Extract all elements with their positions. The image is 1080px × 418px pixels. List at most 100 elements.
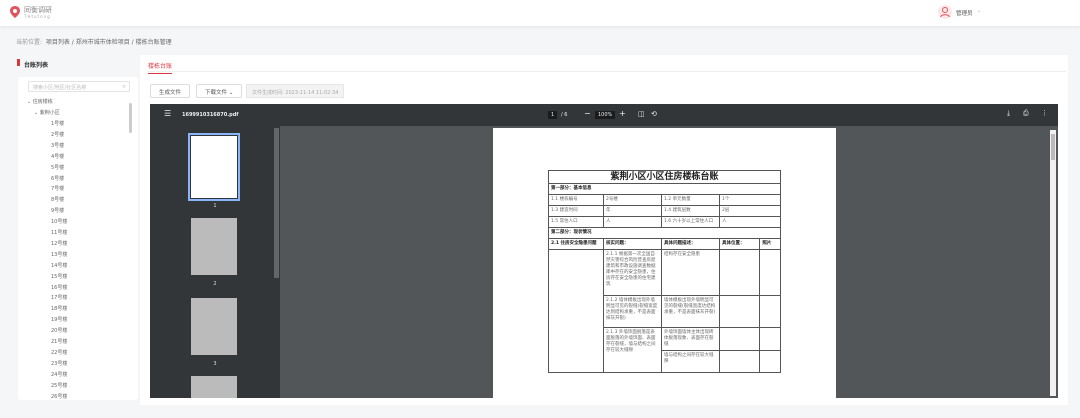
logo-subtitle: THtutong [24, 14, 51, 19]
tree-node-building[interactable]: 9号楼 [51, 207, 64, 214]
more-options-icon[interactable]: ⋮ [1041, 109, 1048, 117]
issue-photo [759, 327, 781, 351]
tree-search-input[interactable]: 搜索小区/地区/社区名称 ⌕ [28, 81, 130, 92]
pdf-page: 紫荆小区小区住房楼栋台账 第一部分：基本信息 1.1 楼栋编号 2号楼 1.2 单元… [493, 128, 836, 398]
section-heading: 第一部分：基本信息 [548, 183, 781, 195]
tree-node-building[interactable]: 17号楼 [51, 294, 67, 301]
tree-node-building[interactable]: 22号楼 [51, 349, 67, 356]
thumbnail-page-1[interactable] [188, 133, 240, 201]
category-cell [548, 249, 604, 373]
user-avatar-icon[interactable] [938, 5, 952, 19]
field-value: 人 [603, 216, 662, 228]
tree-node-building[interactable]: 12号楼 [51, 240, 67, 247]
issue-photo [759, 350, 781, 373]
user-name[interactable]: 管理员 [956, 9, 973, 17]
tree-node-building[interactable]: 3号楼 [51, 142, 64, 149]
field-value: 人 [719, 216, 781, 228]
tree-node-building[interactable]: 5号楼 [51, 164, 64, 171]
issue-check: 2.1.3 外墙饰面脱落是表面脱落的外墙饰面、表面存在裂缝，墙与结构之间存在较大… [603, 327, 662, 373]
chevron-down-icon[interactable]: ⌄ [977, 8, 981, 14]
tree-node-building[interactable]: 25号楼 [51, 382, 67, 389]
field-label: 1.5 常住人口 [548, 216, 604, 228]
tree-node-building[interactable]: 18号楼 [51, 305, 67, 312]
ledger-list-title: 台账列表 [24, 62, 49, 69]
tree-scrollbar[interactable] [129, 103, 132, 133]
file-generated-time: 文件生成时间: 2023-11-14 11:02:34 [246, 84, 345, 98]
tree-node-building[interactable]: 4号楼 [51, 153, 64, 160]
tree-node-building[interactable]: 6号楼 [51, 175, 64, 182]
tree-node-building[interactable]: 23号楼 [51, 360, 67, 367]
thumbnail-page-3[interactable] [191, 298, 237, 355]
page-scrollbar[interactable] [1050, 130, 1056, 396]
tree-node-building[interactable]: 2号楼 [51, 131, 64, 138]
tree-node-root[interactable]: ⌄ 住房楼栋 [27, 98, 53, 105]
zoom-in-icon[interactable]: + [619, 109, 626, 118]
field-label: 1.3 建造时间 [548, 205, 604, 217]
issue-description: 结构存在安全隐患 [661, 249, 720, 296]
breadcrumb-item[interactable]: 项目列表 [46, 39, 70, 46]
tree-panel: 搜索小区/地区/社区名称 ⌕ ⌄ 住房楼栋 ⌄ 紫荆小区 1号楼 2号楼 3号楼 4号楼… [18, 77, 138, 400]
tree-node-community[interactable]: ⌄ 紫荆小区 [34, 109, 60, 116]
top-header: 同衡调研 THtutong 管理员 ⌄ [0, 0, 1080, 26]
tree-node-building[interactable]: 20号楼 [51, 327, 67, 334]
field-label: 1.4 建筑层数 [661, 205, 720, 217]
print-icon[interactable]: ⎙ [1023, 109, 1029, 118]
page-number-input[interactable]: 1 [548, 111, 558, 119]
tree-node-building[interactable]: 13号楼 [51, 251, 67, 258]
tree-node-label: 紫荆小区 [39, 110, 60, 116]
tree-node-building[interactable]: 1号楼 [51, 120, 64, 127]
menu-icon[interactable]: ☰ [164, 109, 171, 118]
issue-location [718, 327, 761, 351]
search-placeholder: 搜索小区/地区/社区名称 [33, 85, 87, 91]
basic-info-row: 1.1 楼栋编号 2号楼 1.2 单元数量 1个 [548, 194, 781, 206]
tree-node-building[interactable]: 16号楼 [51, 284, 67, 291]
tab-building-ledger[interactable]: 楼栋台账 [148, 61, 173, 74]
tree-node-building[interactable]: 7号楼 [51, 185, 64, 192]
zoom-out-icon[interactable]: − [584, 109, 591, 118]
tree-node-building[interactable]: 14号楼 [51, 262, 67, 269]
thumbnail-page-4[interactable] [191, 376, 237, 398]
tree-node-building[interactable]: 11号楼 [51, 229, 67, 236]
tree-node-building[interactable]: 21号楼 [51, 338, 67, 345]
download-file-dropdown[interactable]: 下载文件 ⌄ [196, 84, 243, 98]
tree-node-building[interactable]: 8号楼 [51, 196, 64, 203]
issue-description: 墙与结构之间存在较大缝隙 [661, 350, 720, 373]
pdf-viewer: ☰ 1699910316870.pdf 1 / 6 − 100% + ◫ ⟲ ⤓… [150, 104, 1058, 398]
search-icon[interactable]: ⌕ [123, 83, 126, 91]
tree-node-building[interactable]: 10号楼 [51, 218, 67, 225]
tree-node-building[interactable]: 24号楼 [51, 371, 67, 378]
issue-row: 2.1.1 根据第一次全国自然灾害综合风险普查房屋建筑和市政设施调查数据库中存在… [548, 249, 781, 373]
tree-node-building[interactable]: 15号楼 [51, 273, 67, 280]
thumbnail-label: 2 [213, 281, 217, 287]
fit-page-icon[interactable]: ◫ [638, 110, 645, 118]
rotate-icon[interactable]: ⟲ [651, 110, 657, 118]
breadcrumb: 当前位置: 项目列表 / 郑州市城市体检项目 / 楼栋台账管理 [16, 39, 172, 46]
tab-divider [148, 71, 1066, 72]
basic-info-row: 1.3 建造时间年 1.4 建筑层数 2层 [548, 205, 781, 217]
tree-node-label: 住房楼栋 [32, 99, 53, 105]
thumbnail-label: 3 [213, 361, 217, 367]
issue-location [718, 249, 761, 296]
document-title: 紫荆小区小区住房楼栋台账 [548, 170, 781, 184]
breadcrumb-item: 楼栋台账管理 [135, 39, 172, 46]
download-icon[interactable]: ⤓ [1007, 109, 1010, 118]
pdf-toolbar: ☰ 1699910316870.pdf 1 / 6 − 100% + ◫ ⟲ ⤓… [150, 104, 1058, 126]
issue-check: 2.1.2 墙体模板出现外墙明显可见的裂缝(裂缝宽度达到结构承重，不是表面抹灰开… [603, 295, 662, 328]
zoom-input[interactable]: 100% [595, 111, 616, 119]
flag-icon [17, 59, 20, 66]
pdf-filename: 1699910316870.pdf [182, 112, 239, 118]
column-header: 2.1 住房安全隐患问题 [548, 238, 604, 250]
issue-photo [759, 249, 781, 296]
breadcrumb-item[interactable]: 郑州市城市体检项目 [76, 39, 130, 46]
tree-node-building[interactable]: 19号楼 [51, 316, 67, 323]
generate-file-button[interactable]: 生成文件 [150, 84, 191, 98]
field-value: 1个 [719, 194, 781, 206]
field-label: 1.1 楼栋编号 [548, 194, 604, 206]
field-label: 1.2 单元数量 [661, 194, 720, 206]
tree-node-building[interactable]: 26号楼 [51, 393, 67, 400]
issue-check: 2.1.1 根据第一次全国自然灾害综合风险普查房屋建筑和市政设施调查数据库中存在… [603, 249, 662, 296]
thumbnail-scrollbar[interactable] [274, 128, 279, 278]
ledger-table: 紫荆小区小区住房楼栋台账 第一部分：基本信息 1.1 楼栋编号 2号楼 1.2 单元… [548, 170, 781, 373]
thumbnail-page-2[interactable] [191, 218, 237, 275]
issue-photo [759, 295, 781, 328]
